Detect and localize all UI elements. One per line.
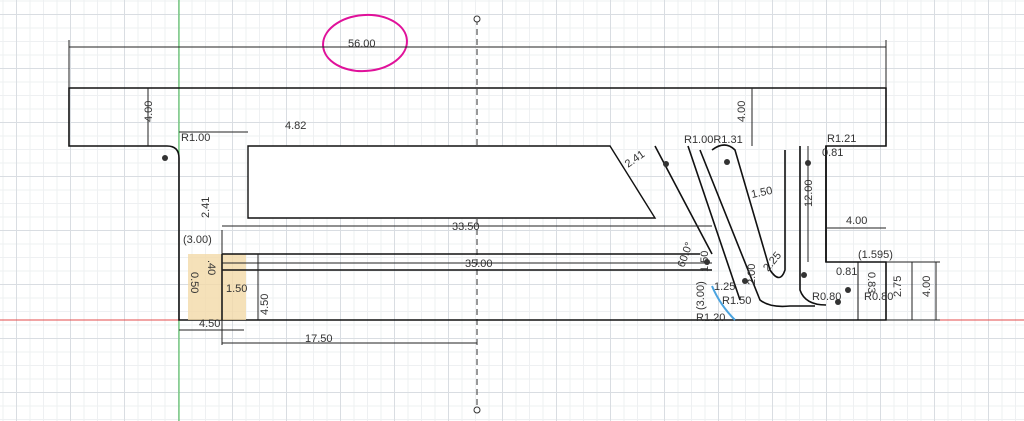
dim-top-height-right[interactable]: 4.00 [736, 101, 748, 122]
dim-tab-ref[interactable]: (1.595) [858, 249, 893, 261]
dim-fillet-left[interactable]: R1.00 [181, 132, 210, 144]
dim-fillet-right[interactable]: R1.21 [827, 133, 856, 145]
dim-fillet-r150[interactable]: R1.50 [722, 295, 751, 307]
pocket-cutout[interactable] [247, 145, 657, 219]
dim-rib-height[interactable]: 12.00 [803, 179, 815, 207]
dim-left-ref[interactable]: (3.00) [183, 234, 212, 246]
dim-tab-small[interactable]: 0.83 [865, 272, 877, 293]
dim-pocket-length[interactable]: 33.50 [452, 221, 480, 233]
dim-slot-length[interactable]: 35.00 [465, 258, 493, 270]
dim-overall-width[interactable]: 56.00 [348, 38, 376, 50]
dim-pocket-height[interactable]: 2.41 [200, 197, 212, 218]
dim-left-height[interactable]: 4.50 [259, 294, 271, 315]
dim-small-b[interactable]: .40 [205, 260, 217, 275]
dim-pocket-offset[interactable]: 4.82 [285, 120, 306, 132]
dim-step-b[interactable]: 1.25 [714, 281, 735, 293]
dim-angle[interactable]: 60.0° [676, 241, 696, 269]
dim-fillet-r120[interactable]: R1.20 [696, 312, 725, 324]
dim-slant-width[interactable]: 2.41 [623, 148, 647, 170]
rib[interactable] [799, 146, 827, 306]
dim-tab-total[interactable]: 4.00 [921, 276, 933, 297]
dim-slot-width[interactable]: 1.50 [750, 185, 773, 201]
dim-right-width[interactable]: 4.00 [846, 215, 867, 227]
dim-tab-h[interactable]: 2.75 [892, 276, 904, 297]
dim-small-a[interactable]: 0.50 [188, 272, 200, 293]
dim-center-offset[interactable]: 17.50 [305, 333, 333, 345]
dim-left-base[interactable]: 4.50 [199, 318, 220, 330]
dim-fillet-mid[interactable]: R1.00R1.31 [684, 134, 743, 146]
dim-small-c[interactable]: 1.50 [226, 283, 247, 295]
sketch-canvas[interactable]: 56.00 4.00 4.00 R1.00 4.82 2.41 2.41 33.… [0, 0, 1024, 421]
dim-ref-300[interactable]: (3.00) [695, 281, 707, 310]
dim-rib-thk[interactable]: 0.81 [822, 147, 843, 159]
centerline-endpoint[interactable] [473, 15, 481, 23]
centerline-endpoint[interactable] [473, 406, 481, 414]
dim-top-height-left[interactable]: 4.00 [143, 101, 155, 122]
dim-hook-w[interactable]: 0.81 [836, 266, 857, 278]
